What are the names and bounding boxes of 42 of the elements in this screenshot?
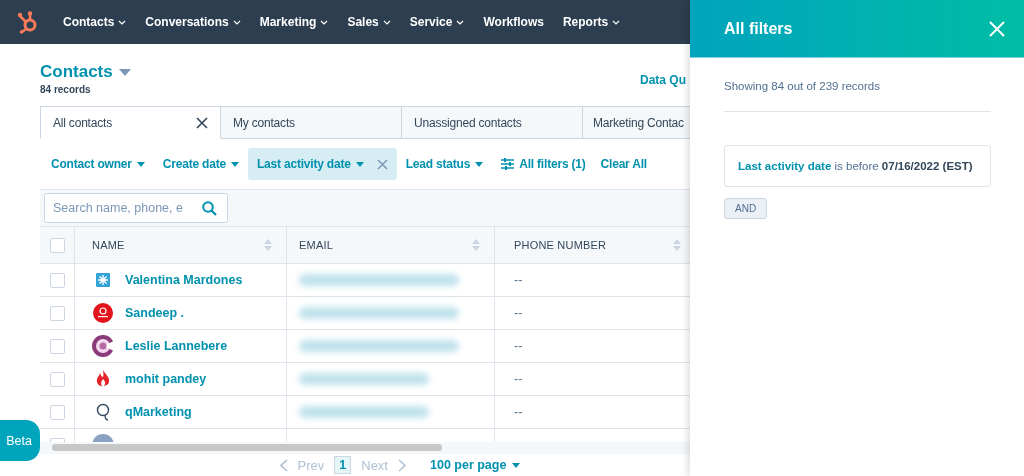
- view-tab[interactable]: My contacts: [221, 106, 402, 139]
- nav-menu-item[interactable]: Marketing: [259, 15, 329, 29]
- column-header[interactable]: NAME: [75, 227, 287, 263]
- nav-menu-item[interactable]: Sales: [347, 15, 391, 29]
- column-header[interactable]: EMAIL: [287, 227, 495, 263]
- search-field[interactable]: Search name, phone, e: [44, 193, 228, 223]
- and-button[interactable]: AND: [724, 198, 768, 219]
- phone-value: --: [514, 306, 523, 320]
- filter-dropdown[interactable]: Lead status: [396, 148, 493, 180]
- nav-menu-item[interactable]: Reports: [562, 15, 621, 29]
- panel-title: All filters: [724, 19, 793, 38]
- view-tab[interactable]: Marketing Contac: [583, 106, 690, 139]
- contact-name-link[interactable]: Valentina Mardones: [125, 273, 243, 287]
- clear-all-link[interactable]: Clear All: [594, 148, 647, 180]
- view-tab[interactable]: Unassigned contacts: [402, 106, 583, 139]
- filter-dropdown[interactable]: Create date: [153, 148, 248, 180]
- beta-button[interactable]: Beta: [0, 420, 40, 461]
- record-count: 84 records: [40, 84, 92, 95]
- contact-name-link[interactable]: Sandeep .: [125, 306, 185, 320]
- filter-dropdown[interactable]: Last activity date: [247, 148, 397, 180]
- contact-name-link[interactable]: Leslie Lannebere: [125, 339, 228, 353]
- phone-value: --: [514, 339, 523, 353]
- filter-property-link[interactable]: Last activity date: [738, 160, 832, 172]
- nav-menu-item[interactable]: Workflows: [483, 15, 544, 29]
- contact-name-link[interactable]: qMarketing: [125, 405, 192, 419]
- page-size-dropdown[interactable]: 100 per page: [430, 458, 521, 472]
- records-summary: Showing 84 out of 239 records: [724, 80, 880, 92]
- nav-menu-item[interactable]: Service: [409, 15, 465, 29]
- phone-value: --: [514, 372, 523, 386]
- view-tab[interactable]: All contacts: [40, 106, 221, 139]
- phone-value: --: [514, 273, 523, 287]
- filter-dropdown[interactable]: Contact owner: [40, 148, 154, 180]
- page-title[interactable]: Contacts: [40, 62, 113, 82]
- contact-name-link[interactable]: mohit pandey: [125, 372, 207, 386]
- column-header[interactable]: PHONE NUMBER: [495, 227, 690, 263]
- data-quality-link[interactable]: Data Qu: [640, 73, 686, 87]
- nav-menu-item[interactable]: Contacts: [63, 15, 127, 29]
- current-page[interactable]: 1: [334, 456, 352, 474]
- filter-condition-card[interactable]: Last activity date is before 07/16/2022 (EST): [724, 145, 991, 187]
- all-filters-button[interactable]: All filters (1): [492, 148, 595, 180]
- nav-menu-item[interactable]: Conversations: [145, 15, 241, 29]
- phone-value: --: [514, 405, 523, 419]
